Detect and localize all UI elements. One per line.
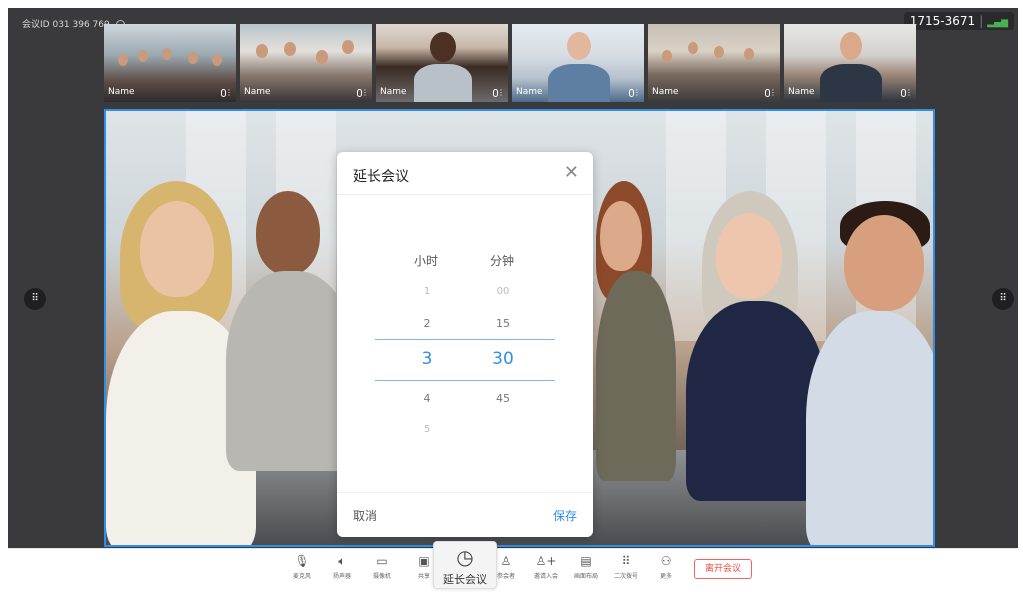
clock-icon: ◷	[456, 545, 474, 569]
meeting-toolbar: 🎙︎ 麦克风 🔈︎ 扬声器 ▭ 摄像机 ▣ 共享 ◷ 延长会议 ♙ 参会者 ♙+…	[8, 541, 1018, 589]
toolbar-speaker[interactable]: 🔈︎ 扬声器	[324, 553, 360, 580]
participant-thumb[interactable]: Name ⋮	[104, 24, 236, 102]
toolbar-label: 更多	[659, 573, 672, 580]
participant-name: Name	[652, 87, 679, 97]
toolbar-dialpad[interactable]: ⠿ 二次拨号	[608, 553, 644, 580]
grid-view-icon[interactable]: ⠿	[24, 288, 46, 310]
participant-thumb[interactable]: Name ⋮	[648, 24, 780, 102]
toolbar-more[interactable]: ⚇ 更多	[648, 553, 684, 580]
hour-option[interactable]: 1	[407, 286, 447, 297]
meeting-id-value: 031 396 769	[52, 20, 110, 30]
hour-option[interactable]: 4	[407, 392, 447, 405]
selected-minute[interactable]: 30	[473, 349, 533, 369]
signal-icon: ▂▄▆	[987, 18, 1008, 28]
hour-option[interactable]: 2	[407, 317, 447, 330]
close-icon[interactable]: ✕	[564, 162, 579, 183]
grid-view-icon[interactable]: ⠿	[992, 288, 1014, 310]
camera-icon: ▭	[376, 554, 388, 568]
hour-option[interactable]: 5	[407, 424, 447, 435]
toolbar-label: 参会者	[496, 573, 515, 580]
hour-column-label: 小时	[414, 254, 439, 268]
invite-icon: ♙+	[535, 554, 557, 568]
toolbar-invite[interactable]: ♙+ 邀请入会	[528, 553, 564, 580]
participant-name: Name	[788, 87, 815, 97]
participant-strip: Name ⋮ Name ⋮ Name ⋮ Name ⋮ Name ⋮ Name …	[104, 24, 916, 102]
more-icon[interactable]: ⋮	[361, 88, 369, 97]
dial-in-number: 1715-3671 | ▂▄▆	[903, 12, 1014, 30]
participant-name: Name	[108, 87, 135, 97]
toolbar-label: 麦克风	[292, 573, 311, 580]
cancel-button[interactable]: 取消	[353, 507, 377, 524]
participant-thumb[interactable]: Name ⋮	[376, 24, 508, 102]
participant-name: Name	[516, 87, 543, 97]
leave-meeting-button[interactable]: 离开会议	[694, 559, 752, 579]
participant-name: Name	[380, 87, 407, 97]
save-button[interactable]: 保存	[553, 507, 577, 524]
more-icon[interactable]: ⋮	[905, 88, 913, 97]
toolbar-label: 延长会议	[443, 573, 487, 586]
meeting-id-label: 会议ID	[22, 20, 50, 30]
participant-thumb[interactable]: Name ⋮	[784, 24, 916, 102]
participant-thumb[interactable]: Name ⋮	[240, 24, 372, 102]
dial-in-number-text: 1715-3671	[909, 14, 976, 28]
layout-icon: ▤	[580, 554, 592, 568]
more-icon[interactable]: ⋮	[497, 88, 505, 97]
participants-icon: ♙	[500, 554, 512, 568]
speaker-icon: 🔈︎	[338, 554, 346, 568]
minute-option[interactable]: 00	[483, 286, 523, 297]
more-icon: ⚇	[660, 554, 672, 568]
toolbar-label: 画面布局	[573, 573, 598, 580]
toolbar-label: 摄像机	[372, 573, 391, 580]
toolbar-label: 邀请入会	[533, 573, 558, 580]
minute-option[interactable]: 15	[483, 317, 523, 330]
toolbar-microphone[interactable]: 🎙︎ 麦克风	[284, 553, 320, 580]
toolbar-camera[interactable]: ▭ 摄像机	[364, 553, 400, 580]
dialpad-icon: ⠿	[621, 554, 631, 568]
minute-column-label: 分钟	[490, 254, 515, 268]
more-icon[interactable]: ⋮	[769, 88, 777, 97]
more-icon[interactable]: ⋮	[225, 88, 233, 97]
dialog-title: 延长会议	[353, 169, 409, 185]
toolbar-layout[interactable]: ▤ 画面布局	[568, 553, 604, 580]
toolbar-label: 扬声器	[332, 573, 351, 580]
toolbar-label: 二次拨号	[613, 573, 638, 580]
minute-option[interactable]: 45	[483, 392, 523, 405]
more-icon[interactable]: ⋮	[633, 88, 641, 97]
microphone-icon: 🎙︎	[294, 554, 310, 568]
toolbar-participants[interactable]: ♙ 参会者	[488, 553, 524, 580]
meeting-stage: 会议ID 031 396 769 1715-3671 | ▂▄▆ Name ⋮ Na…	[8, 8, 1018, 548]
selected-hour[interactable]: 3	[397, 349, 457, 369]
participant-thumb[interactable]: Name ⋮	[512, 24, 644, 102]
participant-name: Name	[244, 87, 271, 97]
extend-meeting-dialog: 延长会议 ✕ 小时 分钟 1 2 00 15 3 30 4 5 45 取消 保存	[337, 152, 593, 537]
